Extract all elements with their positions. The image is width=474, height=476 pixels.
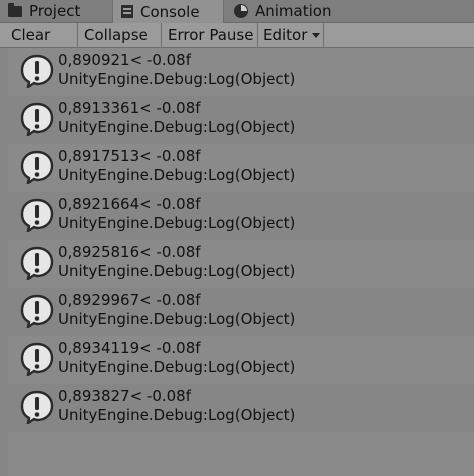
- warning-speech-bubble-icon: [20, 54, 54, 88]
- log-message: 0,8925816< -0.08f: [58, 243, 201, 261]
- tab-project[interactable]: Project: [0, 0, 112, 22]
- warning-speech-bubble-icon: [20, 198, 54, 232]
- list-gutter: [0, 48, 8, 476]
- log-stack: UnityEngine.Debug:Log(Object): [58, 118, 296, 136]
- tab-label: Project: [29, 2, 81, 20]
- warning-speech-bubble-icon: [20, 150, 54, 184]
- log-stack: UnityEngine.Debug:Log(Object): [58, 358, 296, 376]
- log-text: 0,8913361< -0.08f UnityEngine.Debug:Log(…: [58, 99, 295, 137]
- collapse-label: Collapse: [84, 26, 148, 44]
- chevron-down-icon: [312, 32, 321, 38]
- warning-speech-bubble-icon: [20, 246, 54, 280]
- tab-console[interactable]: Console: [112, 0, 224, 23]
- log-entry[interactable]: 0,890921< -0.08f UnityEngine.Debug:Log(O…: [8, 48, 474, 96]
- log-message: 0,890921< -0.08f: [58, 51, 192, 69]
- log-stack: UnityEngine.Debug:Log(Object): [58, 262, 296, 280]
- clear-button[interactable]: Clear: [0, 23, 78, 47]
- console-toolbar: Clear Collapse Error Pause Editor: [0, 23, 474, 48]
- log-message: 0,893827< -0.08f: [58, 387, 192, 405]
- error-pause-label: Error Pause: [168, 26, 254, 44]
- log-list[interactable]: 0,890921< -0.08f UnityEngine.Debug:Log(O…: [8, 48, 474, 476]
- error-pause-toggle[interactable]: Error Pause: [162, 23, 258, 47]
- log-stack: UnityEngine.Debug:Log(Object): [58, 166, 296, 184]
- collapse-toggle[interactable]: Collapse: [78, 23, 162, 47]
- log-text: 0,890921< -0.08f UnityEngine.Debug:Log(O…: [58, 51, 295, 89]
- tab-label: Animation: [255, 2, 332, 20]
- log-entry[interactable]: 0,8925816< -0.08f UnityEngine.Debug:Log(…: [8, 240, 474, 288]
- folder-icon: [8, 2, 22, 17]
- log-entry[interactable]: 0,8934119< -0.08f UnityEngine.Debug:Log(…: [8, 336, 474, 384]
- log-message: 0,8921664< -0.08f: [58, 195, 201, 213]
- tab-animation[interactable]: Animation: [226, 0, 376, 22]
- log-text: 0,8921664< -0.08f UnityEngine.Debug:Log(…: [58, 195, 295, 233]
- warning-speech-bubble-icon: [20, 102, 54, 136]
- warning-speech-bubble-icon: [20, 390, 54, 424]
- log-text: 0,8934119< -0.08f UnityEngine.Debug:Log(…: [58, 339, 295, 377]
- editor-label: Editor: [263, 26, 308, 44]
- console-window: Project Console Animation Clear Collapse…: [0, 0, 474, 476]
- log-text: 0,8925816< -0.08f UnityEngine.Debug:Log(…: [58, 243, 295, 281]
- clear-label: Clear: [11, 26, 51, 44]
- log-entry[interactable]: 0,8929967< -0.08f UnityEngine.Debug:Log(…: [8, 288, 474, 336]
- animation-icon: [234, 4, 248, 18]
- log-entry[interactable]: 0,893827< -0.08f UnityEngine.Debug:Log(O…: [8, 384, 474, 432]
- log-text: 0,893827< -0.08f UnityEngine.Debug:Log(O…: [58, 387, 295, 425]
- log-entry[interactable]: 0,8921664< -0.08f UnityEngine.Debug:Log(…: [8, 192, 474, 240]
- warning-speech-bubble-icon: [20, 342, 54, 376]
- log-message: 0,8929967< -0.08f: [58, 291, 201, 309]
- log-stack: UnityEngine.Debug:Log(Object): [58, 214, 296, 232]
- log-text: 0,8917513< -0.08f UnityEngine.Debug:Log(…: [58, 147, 295, 185]
- console-icon: [121, 5, 133, 18]
- log-entry[interactable]: 0,8917513< -0.08f UnityEngine.Debug:Log(…: [8, 144, 474, 192]
- log-message: 0,8917513< -0.08f: [58, 147, 201, 165]
- warning-speech-bubble-icon: [20, 294, 54, 328]
- log-stack: UnityEngine.Debug:Log(Object): [58, 70, 296, 88]
- log-text: 0,8929967< -0.08f UnityEngine.Debug:Log(…: [58, 291, 295, 329]
- tab-bar: Project Console Animation: [0, 0, 474, 23]
- log-stack: UnityEngine.Debug:Log(Object): [58, 406, 296, 424]
- log-message: 0,8934119< -0.08f: [58, 339, 201, 357]
- editor-dropdown[interactable]: Editor: [258, 23, 324, 47]
- log-message: 0,8913361< -0.08f: [58, 99, 201, 117]
- tab-label: Console: [140, 2, 200, 21]
- log-entry[interactable]: 0,8913361< -0.08f UnityEngine.Debug:Log(…: [8, 96, 474, 144]
- log-stack: UnityEngine.Debug:Log(Object): [58, 310, 296, 328]
